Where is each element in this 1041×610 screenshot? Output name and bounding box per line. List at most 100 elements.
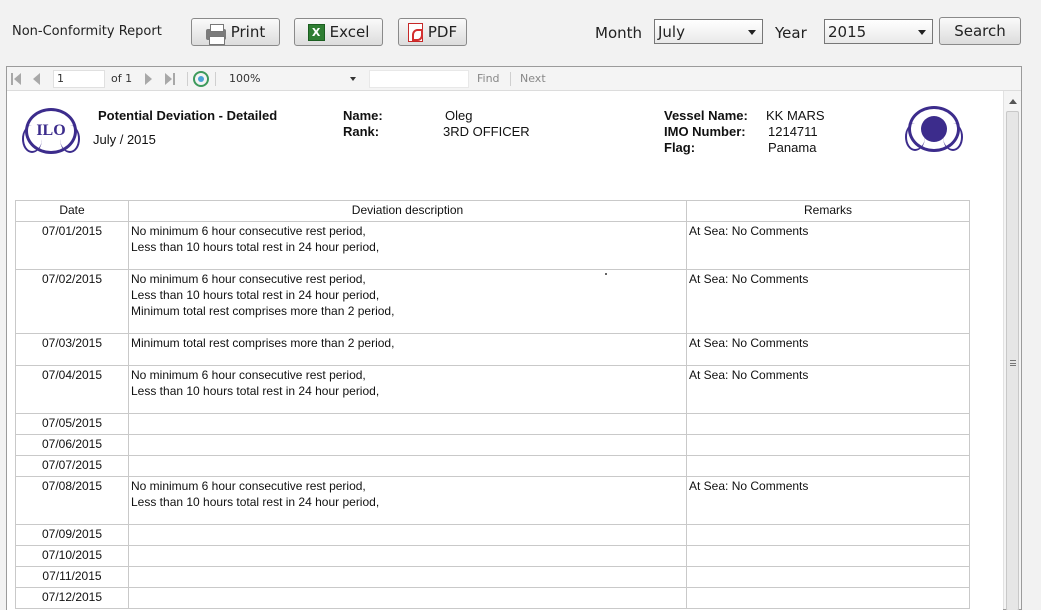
year-select[interactable]: 2015 xyxy=(824,19,933,44)
table-row: 07/03/2015 Minimum total rest comprises m… xyxy=(15,333,970,366)
deviation-cell: No minimum 6 hour consecutive rest perio… xyxy=(128,221,687,270)
table-row: 07/02/2015 No minimum 6 hour consecutive … xyxy=(15,269,970,334)
next-page-icon[interactable] xyxy=(145,73,157,85)
imo-logo xyxy=(905,106,963,152)
page-count: of 1 xyxy=(111,72,133,85)
deviation-line: Minimum total rest comprises more than 2… xyxy=(131,304,395,318)
vertical-scrollbar[interactable] xyxy=(1003,91,1021,610)
next-link[interactable]: Next xyxy=(520,72,546,85)
deviation-line: Less than 10 hours total rest in 24 hour… xyxy=(131,240,380,254)
search-button[interactable]: Search xyxy=(939,17,1021,45)
imo-number-value: 1214711 xyxy=(768,124,818,139)
deviation-cell xyxy=(128,524,687,546)
table-row: 07/10/2015 xyxy=(15,545,970,567)
chevron-down-icon xyxy=(350,77,356,81)
deviation-line: No minimum 6 hour consecutive rest perio… xyxy=(131,368,366,382)
chevron-down-icon xyxy=(748,30,756,35)
top-toolbar: Non-Conformity Report Print X Excel PDF … xyxy=(0,0,1041,64)
imo-number-label: IMO Number: xyxy=(664,124,746,139)
year-select-value: 2015 xyxy=(828,22,867,41)
scroll-up-icon[interactable] xyxy=(1009,99,1017,104)
table-row: 07/04/2015 No minimum 6 hour consecutive … xyxy=(15,365,970,414)
table-row: 07/11/2015 xyxy=(15,566,970,588)
excel-button[interactable]: X Excel xyxy=(294,18,383,46)
previous-page-icon[interactable] xyxy=(33,73,45,85)
deviation-line: No minimum 6 hour consecutive rest perio… xyxy=(131,272,366,286)
date-cell: 07/08/2015 xyxy=(15,476,129,525)
deviation-cell: No minimum 6 hour consecutive rest perio… xyxy=(128,365,687,414)
deviation-line: Less than 10 hours total rest in 24 hour… xyxy=(131,384,380,398)
grip-icon xyxy=(1010,360,1016,366)
date-cell: 07/06/2015 xyxy=(15,434,129,456)
deviation-cell xyxy=(128,413,687,435)
refresh-icon[interactable] xyxy=(193,71,209,87)
excel-button-label: Excel xyxy=(329,23,370,41)
table-row: 07/06/2015 xyxy=(15,434,970,456)
column-header-remarks: Remarks xyxy=(686,200,970,222)
name-value: Oleg xyxy=(445,108,473,123)
viewer-toolbar: 1 of 1 100% Find Next xyxy=(7,67,1021,91)
remarks-cell xyxy=(686,545,970,567)
flag-label: Flag: xyxy=(664,140,696,155)
date-cell: 07/02/2015 xyxy=(15,269,129,334)
zoom-select[interactable]: 100% xyxy=(223,70,360,88)
printer-icon xyxy=(205,23,226,45)
report-period: July / 2015 xyxy=(93,132,156,147)
flag-value: Panama xyxy=(768,140,817,155)
report-viewer: 1 of 1 100% Find Next ILO Potential Devi… xyxy=(6,66,1022,610)
vessel-name-label: Vessel Name: xyxy=(664,108,748,123)
deviation-line: No minimum 6 hour consecutive rest perio… xyxy=(131,479,366,493)
vessel-name-value: KK MARS xyxy=(766,108,825,123)
table-row: 07/09/2015 xyxy=(15,524,970,546)
first-page-icon[interactable] xyxy=(11,73,23,85)
deviation-cell: Minimum total rest comprises more than 2… xyxy=(128,333,687,366)
month-select-value: July xyxy=(658,22,685,41)
remarks-cell: At Sea: No Comments xyxy=(686,269,970,334)
remarks-cell xyxy=(686,524,970,546)
print-button-label: Print xyxy=(230,23,266,41)
page-number-input[interactable]: 1 xyxy=(53,70,105,88)
remarks-cell xyxy=(686,455,970,477)
remarks-cell xyxy=(686,566,970,588)
deviation-cell xyxy=(128,455,687,477)
remarks-cell xyxy=(686,413,970,435)
deviation-line: Less than 10 hours total rest in 24 hour… xyxy=(131,495,380,509)
excel-icon: X xyxy=(307,23,325,41)
deviation-line: No minimum 6 hour consecutive rest perio… xyxy=(131,224,366,238)
chevron-down-icon xyxy=(918,30,926,35)
zoom-value: 100% xyxy=(229,72,261,85)
date-cell: 07/01/2015 xyxy=(15,221,129,270)
remarks-cell: At Sea: No Comments xyxy=(686,476,970,525)
app-title: Non-Conformity Report xyxy=(12,24,162,39)
divider xyxy=(215,72,216,86)
remarks-cell: At Sea: No Comments xyxy=(686,221,970,270)
deviation-table: Date Deviation description Remarks 07/01… xyxy=(15,200,970,609)
pdf-button[interactable]: PDF xyxy=(398,18,467,46)
date-cell: 07/03/2015 xyxy=(15,333,129,366)
divider xyxy=(510,72,511,86)
date-cell: 07/10/2015 xyxy=(15,545,129,567)
find-input[interactable] xyxy=(369,70,469,88)
table-row: 07/01/2015 No minimum 6 hour consecutive … xyxy=(15,221,970,270)
date-cell: 07/07/2015 xyxy=(15,455,129,477)
remarks-cell: At Sea: No Comments xyxy=(686,333,970,366)
table-row: 07/12/2015 xyxy=(15,587,970,609)
deviation-cell xyxy=(128,587,687,609)
scrollbar-thumb[interactable] xyxy=(1006,111,1019,610)
print-button[interactable]: Print xyxy=(191,18,280,46)
table-row: 07/08/2015 No minimum 6 hour consecutive … xyxy=(15,476,970,525)
date-cell: 07/09/2015 xyxy=(15,524,129,546)
find-link[interactable]: Find xyxy=(477,72,500,85)
remarks-cell: At Sea: No Comments xyxy=(686,365,970,414)
pdf-button-label: PDF xyxy=(427,23,458,41)
date-cell: 07/12/2015 xyxy=(15,587,129,609)
date-cell: 07/05/2015 xyxy=(15,413,129,435)
month-label: Month xyxy=(595,24,643,42)
date-cell: 07/04/2015 xyxy=(15,365,129,414)
month-select[interactable]: July xyxy=(654,19,763,44)
ilo-logo-text: ILO xyxy=(36,122,66,139)
rank-value: 3RD OFFICER xyxy=(443,124,530,139)
last-page-icon[interactable] xyxy=(165,73,177,85)
deviation-cell: No minimum 6 hour consecutive rest perio… xyxy=(128,476,687,525)
report-page: ILO Potential Deviation - Detailed July … xyxy=(7,92,1003,610)
